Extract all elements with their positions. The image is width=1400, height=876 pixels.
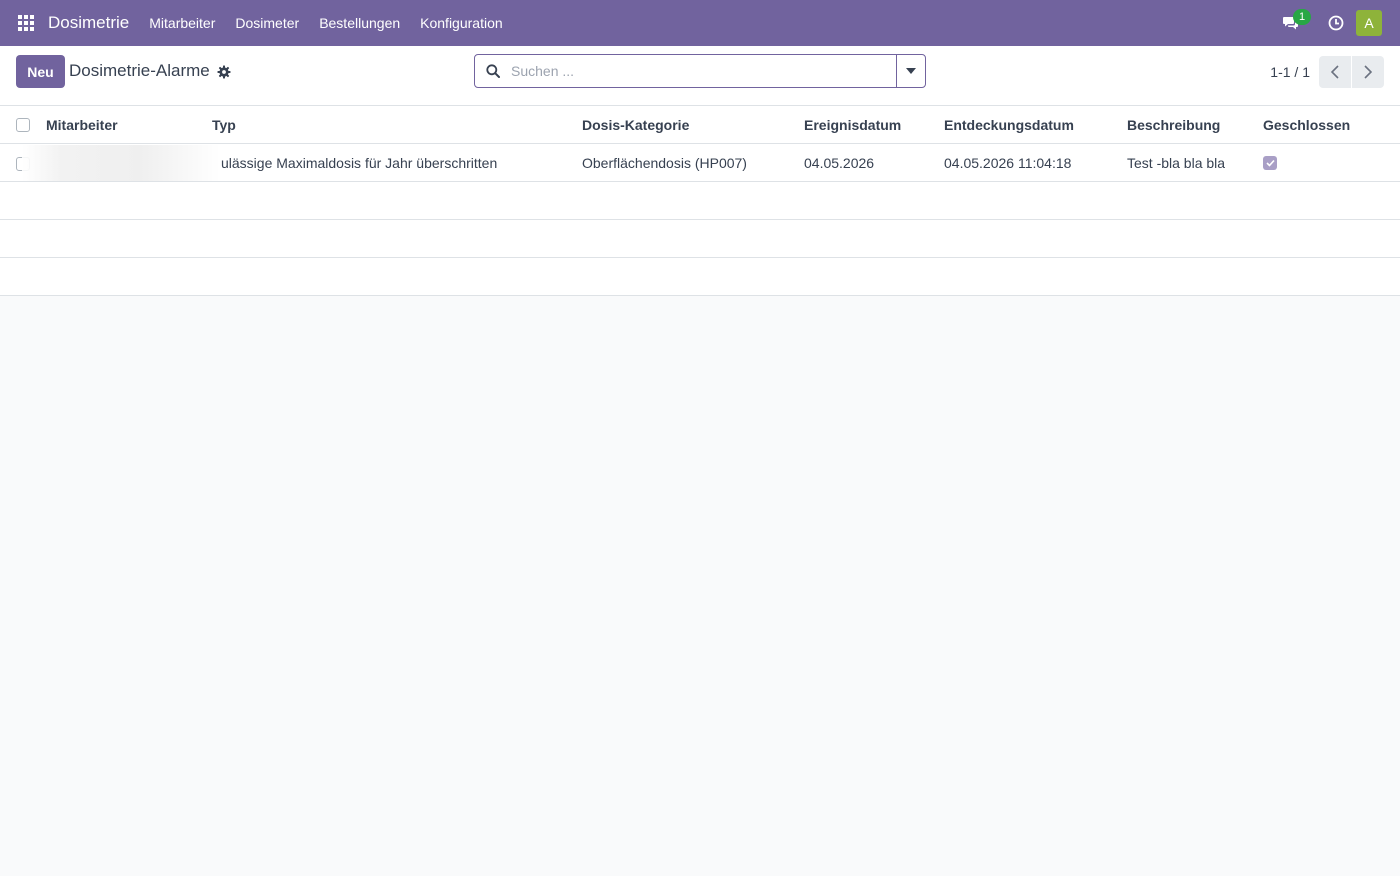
gear-icon	[217, 65, 231, 79]
cell-description: Test -bla bla bla	[1127, 155, 1226, 171]
column-header-type[interactable]: Typ	[212, 106, 236, 144]
cell-discovery-date: 04.05.2026 11:04:18	[944, 155, 1072, 171]
actions-gear-button[interactable]	[217, 65, 231, 79]
menu-item-bestellungen[interactable]: Bestellungen	[309, 0, 410, 46]
check-icon	[1265, 159, 1275, 167]
navbar-systray: 1 A	[1276, 0, 1382, 46]
search-icon	[475, 55, 511, 87]
column-header-event-date[interactable]: Ereignisdatum	[804, 106, 901, 144]
column-header-employee[interactable]: Mitarbeiter	[46, 106, 118, 144]
clock-icon	[1328, 15, 1344, 31]
pager-value[interactable]: 1-1 / 1	[1270, 64, 1310, 80]
user-avatar[interactable]: A	[1356, 10, 1382, 36]
column-header-discovery-date[interactable]: Entdeckungsdatum	[944, 106, 1074, 144]
messaging-badge: 1	[1293, 9, 1311, 25]
top-navbar: Dosimetrie Mitarbeiter Dosimeter Bestell…	[0, 0, 1400, 46]
empty-table-row	[0, 220, 1400, 258]
messaging-button[interactable]: 1	[1276, 0, 1311, 46]
pager-previous-button[interactable]	[1319, 56, 1351, 88]
pager-next-button[interactable]	[1352, 56, 1384, 88]
apps-menu-button[interactable]	[0, 0, 52, 46]
search-options-toggle[interactable]	[896, 55, 925, 87]
chevron-left-icon	[1331, 65, 1339, 79]
column-header-description[interactable]: Beschreibung	[1127, 106, 1220, 144]
activity-button[interactable]	[1322, 0, 1350, 46]
search-box	[474, 54, 926, 88]
menu-item-konfiguration[interactable]: Konfiguration	[410, 0, 513, 46]
select-all-checkbox[interactable]	[16, 118, 30, 132]
pager: 1-1 / 1	[1270, 56, 1384, 88]
cell-type: ulässige Maximaldosis für Jahr überschri…	[221, 155, 498, 171]
cell-event-date: 04.05.2026	[804, 155, 875, 171]
apps-grid-icon	[18, 15, 34, 31]
new-button[interactable]: Neu	[16, 55, 65, 88]
cell-closed-checkbox	[1263, 156, 1277, 170]
search-input[interactable]	[511, 55, 896, 87]
list-view: Mitarbeiter Typ Dosis-Kategorie Ereignis…	[0, 106, 1400, 296]
empty-table-row	[0, 258, 1400, 296]
column-header-closed[interactable]: Geschlossen	[1263, 106, 1350, 144]
table-row[interactable]: ulässige Maximaldosis für Jahr überschri…	[0, 144, 1400, 182]
table-header-row: Mitarbeiter Typ Dosis-Kategorie Ereignis…	[0, 106, 1400, 144]
app-brand[interactable]: Dosimetrie	[48, 13, 129, 33]
column-header-dose-category[interactable]: Dosis-Kategorie	[582, 106, 689, 144]
redacted-employee-name	[22, 145, 220, 181]
menu-item-mitarbeiter[interactable]: Mitarbeiter	[139, 0, 225, 46]
page-title: Dosimetrie-Alarme	[69, 61, 210, 80]
chevron-right-icon	[1364, 65, 1372, 79]
caret-down-icon	[906, 68, 916, 74]
cell-dose-category: Oberflächendosis (HP007)	[582, 155, 747, 171]
menu-item-dosimeter[interactable]: Dosimeter	[225, 0, 309, 46]
empty-table-row	[0, 182, 1400, 220]
control-panel: Neu Dosimetrie-Alarme Suchen ... 1-1 / 1	[0, 46, 1400, 106]
